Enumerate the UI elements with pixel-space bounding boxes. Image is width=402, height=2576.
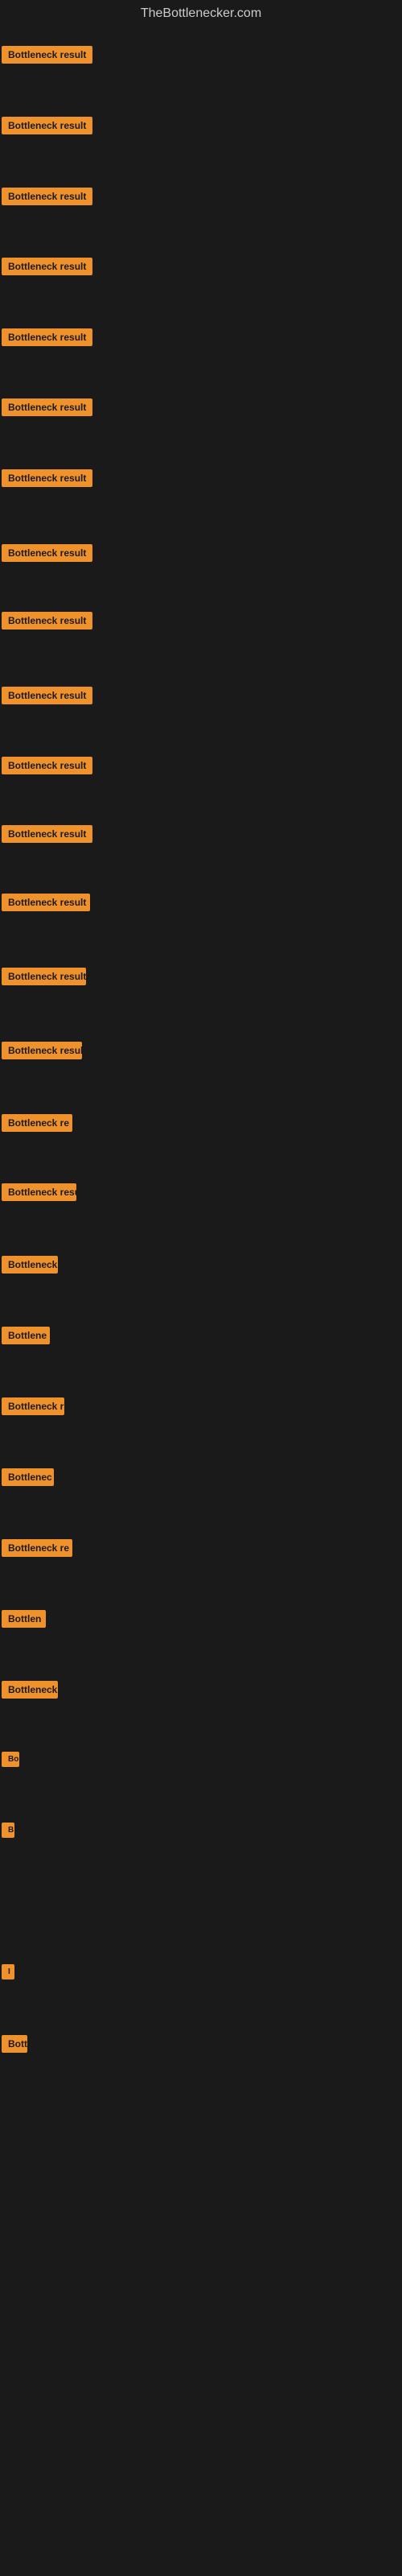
- bottleneck-badge[interactable]: Bottleneck result: [2, 469, 92, 487]
- bottleneck-item: Bottlen: [2, 1610, 46, 1632]
- bottleneck-item: Bottleneck result: [2, 894, 90, 915]
- bottleneck-item: I: [2, 1964, 14, 1984]
- site-title: TheBottlenecker.com: [0, 0, 402, 31]
- bottleneck-item: Bottleneck result: [2, 825, 92, 847]
- bottleneck-badge[interactable]: Bottlene: [2, 1327, 50, 1344]
- bottleneck-badge[interactable]: Bottleneck result: [2, 968, 86, 985]
- bottleneck-item: Bottleneck result: [2, 687, 92, 708]
- bottleneck-badge[interactable]: Bottleneck result: [2, 1042, 82, 1059]
- bottleneck-item: Bottleneck result: [2, 188, 92, 209]
- bottleneck-item: Bo: [2, 1752, 19, 1771]
- bottleneck-item: Bottleneck re: [2, 1114, 72, 1136]
- bottleneck-item: Bottleneck result: [2, 968, 86, 989]
- bottleneck-badge[interactable]: Bottleneck result: [2, 544, 92, 562]
- bottleneck-badge[interactable]: Bottleneck result: [2, 258, 92, 275]
- bottleneck-badge[interactable]: Bottleneck result: [2, 894, 90, 911]
- bottleneck-badge[interactable]: Bottleneck result: [2, 612, 92, 630]
- bottleneck-item: Bottleneck result: [2, 328, 92, 350]
- bottleneck-badge[interactable]: Bottleneck result: [2, 117, 92, 134]
- bottleneck-item: Bottleneck result: [2, 398, 92, 420]
- bottleneck-badge[interactable]: B: [2, 1823, 14, 1838]
- bottleneck-badge[interactable]: Bottleneck re: [2, 1114, 72, 1132]
- bottleneck-item: Bottleneck result: [2, 757, 92, 778]
- bottleneck-item: Bottleneck: [2, 1681, 58, 1703]
- bottleneck-badge[interactable]: Bottleneck result: [2, 46, 92, 64]
- bottleneck-badge[interactable]: Bottleneck result: [2, 757, 92, 774]
- bottleneck-badge[interactable]: Bottleneck result: [2, 328, 92, 346]
- bottleneck-item: Bottleneck result: [2, 612, 92, 634]
- bottleneck-badge[interactable]: Bottleneck result: [2, 398, 92, 416]
- bottleneck-badge[interactable]: Bott: [2, 2035, 27, 2053]
- bottleneck-item: Bottlenec: [2, 1468, 54, 1490]
- bottleneck-badge[interactable]: Bottleneck result: [2, 188, 92, 205]
- bottleneck-badge[interactable]: Bottleneck result: [2, 687, 92, 704]
- bottleneck-badge[interactable]: I: [2, 1964, 14, 1979]
- bottleneck-item: Bottleneck re: [2, 1539, 72, 1561]
- bottleneck-badge[interactable]: Bottlen: [2, 1610, 46, 1628]
- bottleneck-badge[interactable]: Bottleneck resu: [2, 1183, 76, 1201]
- bottleneck-item: Bottleneck resu: [2, 1183, 76, 1205]
- bottleneck-badge[interactable]: Bottleneck result: [2, 825, 92, 843]
- bottleneck-badge[interactable]: Bo: [2, 1752, 19, 1767]
- bottleneck-item: Bottleneck result: [2, 46, 92, 68]
- bottleneck-badge[interactable]: Bottleneck: [2, 1681, 58, 1699]
- bottleneck-item: Bottleneck result: [2, 117, 92, 138]
- bottleneck-item: Bottleneck result: [2, 469, 92, 491]
- bottleneck-item: Bottleneck result: [2, 1042, 82, 1063]
- bottleneck-badge[interactable]: Bottleneck: [2, 1256, 58, 1274]
- bottleneck-badge[interactable]: Bottleneck r: [2, 1397, 64, 1415]
- bottleneck-item: B: [2, 1823, 14, 1842]
- bottleneck-badge[interactable]: Bottlenec: [2, 1468, 54, 1486]
- bottleneck-item: Bott: [2, 2035, 27, 2057]
- bottleneck-item: Bottleneck r: [2, 1397, 64, 1419]
- bottleneck-item: Bottleneck result: [2, 258, 92, 279]
- bottleneck-item: Bottleneck: [2, 1256, 58, 1278]
- bottleneck-item: Bottlene: [2, 1327, 50, 1348]
- bottleneck-item: Bottleneck result: [2, 544, 92, 566]
- bottleneck-badge[interactable]: Bottleneck re: [2, 1539, 72, 1557]
- site-title-bar: TheBottlenecker.com: [0, 0, 402, 31]
